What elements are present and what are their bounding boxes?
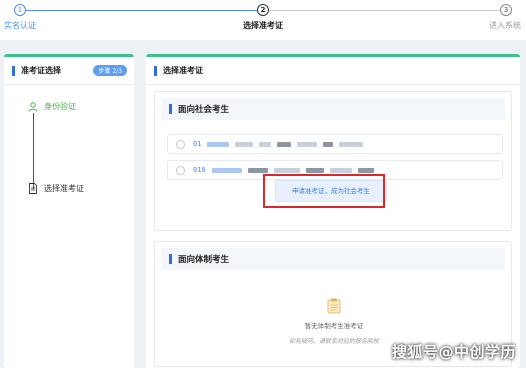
step-1-label: 实名认证 — [4, 21, 36, 30]
step-3-indicator: 3 — [500, 4, 512, 16]
ticket-number-prefix: 010 — [193, 166, 206, 174]
redacted-text — [259, 141, 272, 147]
step-2-indicator: 2 — [257, 4, 269, 16]
redacted-text — [235, 141, 254, 147]
redacted-text — [247, 167, 268, 173]
ticket-option-row[interactable]: 01 — [167, 134, 503, 154]
timeline-item-label: 身份验证 — [44, 102, 76, 111]
step-3-label: 进入系统 — [489, 21, 521, 30]
redacted-text — [357, 167, 374, 173]
select-ticket-panel: 选择准考证 面向社会考生 01 010 申请准考证，成为社会考生 面向体制考生 … — [146, 54, 520, 368]
watermark-text: 搜狐号@中创学历 — [391, 343, 516, 361]
clipboard-icon — [327, 298, 341, 314]
title-accent-bar — [169, 254, 172, 264]
radio-button[interactable] — [176, 165, 185, 175]
timeline-item-ticket[interactable]: 选择准考证 — [28, 183, 84, 194]
title-accent-bar — [12, 65, 15, 76]
title-accent-bar — [169, 104, 172, 114]
redacted-text — [339, 141, 364, 147]
redacted-text — [305, 167, 324, 173]
user-icon — [28, 101, 38, 112]
progress-stepper: 1 实名认证 2 选择准考证 3 进入系统 — [0, 0, 526, 40]
redacted-text — [207, 141, 230, 147]
step-1-indicator: 1 — [14, 4, 26, 16]
timeline-item-identity[interactable]: 身份验证 — [28, 101, 76, 112]
title-accent-bar — [154, 65, 157, 76]
redacted-text — [329, 167, 352, 173]
step-connector — [26, 10, 257, 11]
section-header: 面向社会考生 — [161, 98, 505, 120]
panel-header: 准考证选择 步骤 2/3 — [4, 57, 134, 85]
document-icon — [29, 183, 37, 194]
section-title: 面向社会考生 — [178, 105, 230, 115]
section-title: 面向体制考生 — [178, 255, 230, 265]
panel-title: 选择准考证 — [163, 66, 203, 75]
panel-header: 选择准考证 — [146, 57, 520, 85]
panel-title: 准考证选择 — [21, 66, 61, 75]
ticket-number-prefix: 01 — [193, 140, 202, 148]
step-connector — [269, 10, 500, 11]
redacted-text — [277, 141, 292, 147]
step-2-label: 选择准考证 — [243, 21, 283, 30]
redacted-text — [211, 167, 242, 173]
social-candidates-section: 面向社会考生 01 010 申请准考证，成为社会考生 — [154, 91, 512, 231]
exam-ticket-selection-panel: 准考证选择 步骤 2/3 身份验证 选择准考证 — [4, 54, 134, 368]
redacted-text — [273, 167, 300, 173]
redacted-text — [297, 141, 318, 147]
empty-state-text: 暂无体制考生准考证 — [304, 322, 364, 330]
highlight-box — [263, 174, 385, 208]
radio-button[interactable] — [176, 139, 185, 149]
timeline-item-label: 选择准考证 — [44, 184, 84, 193]
redacted-text — [323, 141, 334, 147]
timeline-line — [33, 113, 34, 189]
step-badge: 步骤 2/3 — [93, 65, 127, 76]
section-header: 面向体制考生 — [161, 248, 505, 270]
